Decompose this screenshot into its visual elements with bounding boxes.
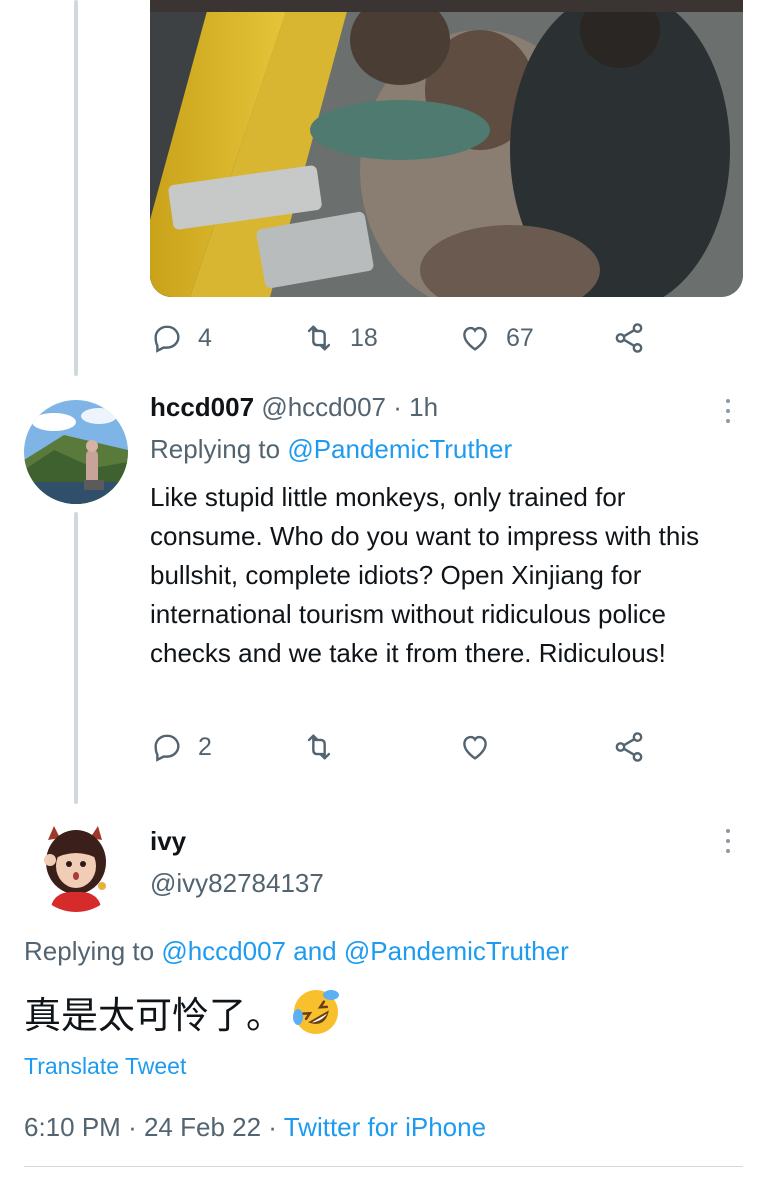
reply-display-name[interactable]: hccd007 [150,392,254,422]
reply-time[interactable]: 1h [409,392,438,422]
main-replying-and: and [293,936,337,966]
reply-handle[interactable]: @hccd007 [261,392,386,422]
heart-icon [463,326,487,351]
media-frame-illustration [150,0,743,297]
tweet-date[interactable]: 24 Feb 22 [144,1112,261,1142]
reply-author-avatar[interactable] [24,400,128,504]
share-action[interactable] [612,727,646,767]
thread-line-middle [74,512,78,804]
thread-line-upper [74,0,78,376]
like-action[interactable] [458,727,492,767]
main-replying-mention-1[interactable]: @hccd007 [161,936,286,966]
retweet-icon [307,734,331,760]
timestamp-separator-2: · [268,1112,277,1142]
main-more-icon[interactable] [718,826,738,856]
share-icon [615,732,643,762]
retweet-action[interactable] [302,727,336,767]
like-count: 67 [506,323,534,352]
replying-prefix: Replying to [150,434,281,464]
translate-tweet-link[interactable]: Translate Tweet [24,1053,186,1080]
main-handle[interactable]: @ivy82784137 [150,868,324,899]
main-replying-mention-2[interactable]: @PandemicTruther [344,936,569,966]
share-icon [615,323,643,353]
reply-more-icon[interactable] [718,396,738,426]
rolling-laughing-emoji-icon [293,990,339,1034]
main-author-avatar[interactable] [30,820,122,912]
divider [24,1166,743,1167]
reply-separator: · [393,392,402,422]
replying-to-mention[interactable]: @PandemicTruther [287,434,512,464]
reply-tweet-text: Like stupid little monkeys, only trained… [150,482,700,668]
reply-action[interactable]: 4 [150,318,212,358]
like-action[interactable]: 67 [458,318,534,358]
parent-tweet-actions: 4 18 67 [150,318,650,358]
cartoon-avatar-image [30,820,122,912]
main-replying-prefix: Replying to [24,936,155,966]
tweet-timestamp: 6:10 PM · 24 Feb 22 · Twitter for iPhone [24,1112,486,1143]
tweet-media-video[interactable] [150,0,743,297]
share-action[interactable] [612,318,646,358]
reply-count: 4 [198,323,212,352]
reply-icon [154,734,180,762]
main-tweet-text: 真是太可怜了。 [24,995,283,1036]
main-display-name[interactable]: ivy [150,826,186,857]
main-tweet-text-row: 真是太可怜了。 [24,985,341,1039]
reply-tweet-actions: 2 [150,727,650,767]
reply-action[interactable]: 2 [150,727,212,767]
timestamp-separator-1: · [128,1112,137,1142]
retweet-action[interactable]: 18 [302,318,378,358]
tweet-source[interactable]: Twitter for iPhone [284,1112,486,1142]
reply-header: hccd007 @hccd007 · 1h [150,392,438,423]
tweet-time[interactable]: 6:10 PM [24,1112,121,1142]
heart-icon [463,735,487,760]
landscape-avatar-image [24,400,128,504]
reply-replying-to: Replying to @PandemicTruther [150,434,512,465]
reply-count: 2 [198,732,212,761]
main-replying-to: Replying to @hccd007 and @PandemicTruthe… [24,936,569,967]
retweet-count: 18 [350,323,378,352]
reply-icon [154,325,180,353]
retweet-icon [307,325,331,351]
